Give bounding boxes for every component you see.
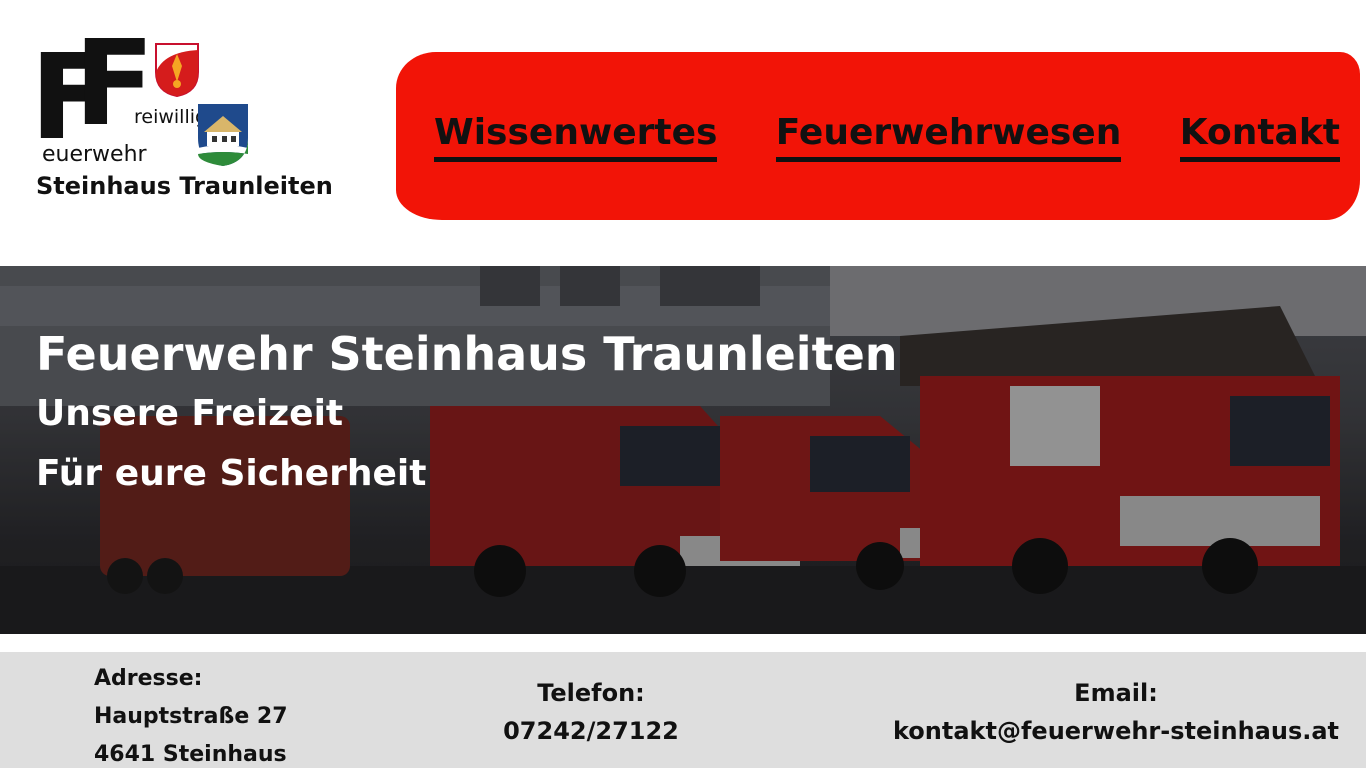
municipality-crest-icon <box>198 104 248 166</box>
nav-link-kontakt[interactable]: Kontakt <box>1179 111 1340 162</box>
email-address[interactable]: kontakt@feuerwehr-steinhaus.at <box>892 712 1340 750</box>
address-street: Hauptstraße 27 <box>94 704 288 729</box>
footer-address: Adresse: Hauptstraße 27 4641 Steinhaus <box>94 660 288 774</box>
main-navigation: Wissenwertes Feuerwehrwesen Kontakt <box>396 52 1360 220</box>
logo-name: Steinhaus Traunleiten <box>36 172 333 200</box>
site-header: F F reiwillige euerwehr Steinhaus Traunl… <box>0 0 1366 266</box>
site-logo[interactable]: F F reiwillige euerwehr Steinhaus Traunl… <box>30 24 360 208</box>
site-footer: Adresse: Hauptstraße 27 4641 Steinhaus T… <box>0 652 1366 768</box>
fire-brigade-crest-icon <box>155 43 199 98</box>
address-label: Adresse: <box>94 666 203 691</box>
nav-link-wissenwertes[interactable]: Wissenwertes <box>434 111 718 162</box>
nav-link-feuerwehrwesen[interactable]: Feuerwehrwesen <box>775 111 1122 162</box>
logo-line-feuerwehr: euerwehr <box>42 142 147 167</box>
hero-subtitle-1: Unsere Freizeit <box>36 393 344 434</box>
hero-banner: Feuerwehr Steinhaus Traunleiten Unsere F… <box>0 266 1366 634</box>
address-city: 4641 Steinhaus <box>94 742 287 767</box>
phone-number[interactable]: 07242/27122 <box>498 712 684 750</box>
hero-text: Feuerwehr Steinhaus Traunleiten Unsere F… <box>36 324 898 504</box>
phone-label: Telefon: <box>537 679 645 707</box>
footer-email: Email: kontakt@feuerwehr-steinhaus.at <box>892 674 1340 750</box>
hero-subtitle-2: Für eure Sicherheit <box>36 453 427 494</box>
email-label: Email: <box>1074 679 1158 707</box>
section-divider <box>0 634 1366 652</box>
footer-phone: Telefon: 07242/27122 <box>498 674 684 750</box>
hero-title: Feuerwehr Steinhaus Traunleiten <box>36 327 898 381</box>
